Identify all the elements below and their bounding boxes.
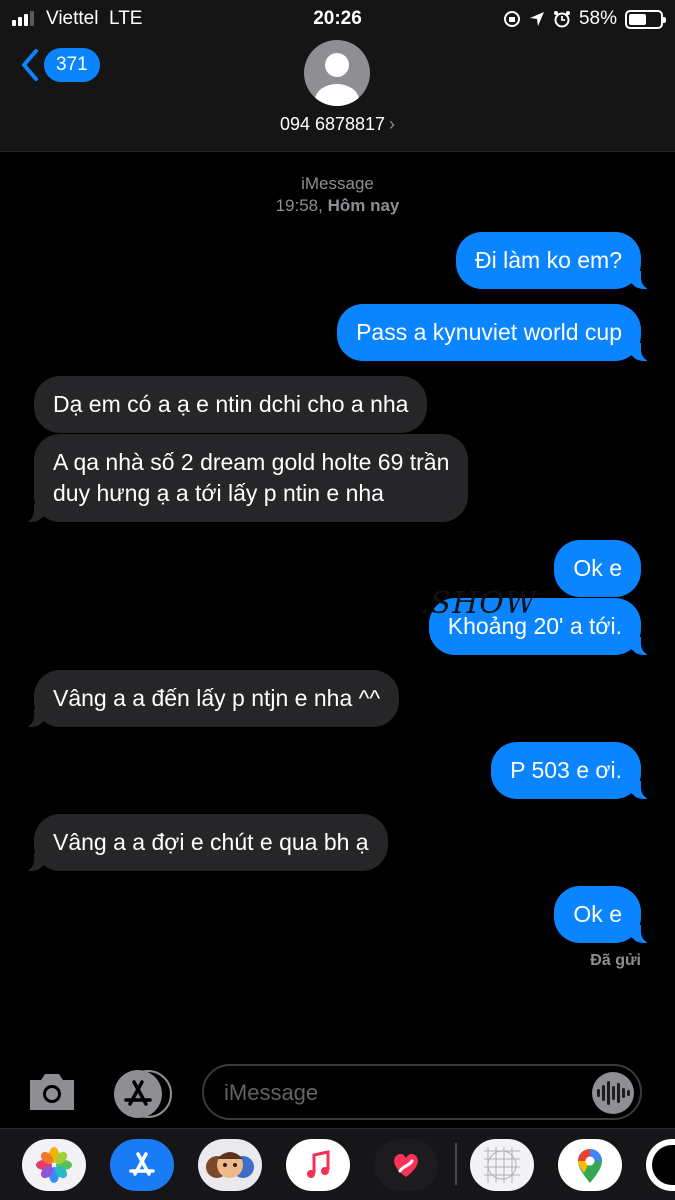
waveform-icon[interactable] bbox=[592, 1072, 634, 1114]
grid-app-icon[interactable] bbox=[470, 1139, 534, 1191]
message-input[interactable]: iMessage bbox=[202, 1064, 642, 1120]
photos-icon[interactable] bbox=[22, 1139, 86, 1191]
alarm-icon bbox=[553, 11, 570, 28]
conversation-header: Viettel LTE 20:26 58% 371 094 6878817 › bbox=[0, 0, 675, 152]
composer-bar: iMessage bbox=[0, 1050, 675, 1128]
delivery-status: Đã gửi bbox=[590, 952, 641, 969]
contact-avatar[interactable] bbox=[304, 40, 370, 106]
service-label: iMessage bbox=[301, 174, 374, 193]
battery-percent: 58% bbox=[578, 8, 617, 29]
incoming-message[interactable]: Vâng a a đến lấy p ntjn e nha ^^ bbox=[21, 670, 400, 728]
memoji-icon[interactable] bbox=[198, 1139, 262, 1191]
outgoing-message[interactable]: Ok e bbox=[554, 886, 653, 944]
incoming-message[interactable]: A qa nhà số 2 dream gold holte 69 trần d… bbox=[21, 434, 469, 523]
message-line: duy hưng ạ a tới lấy p ntin e nha bbox=[53, 480, 384, 506]
back-button[interactable]: 371 bbox=[20, 48, 100, 82]
chevron-left-icon bbox=[22, 49, 38, 81]
music-icon[interactable] bbox=[286, 1139, 350, 1191]
outgoing-message[interactable]: P 503 e ơi. bbox=[491, 742, 653, 800]
app-drawer bbox=[0, 1128, 675, 1200]
outgoing-message[interactable]: Ok e bbox=[554, 540, 641, 597]
message-line: A qa nhà số 2 dream gold holte 69 trần bbox=[53, 449, 450, 475]
unread-count-badge: 371 bbox=[44, 48, 100, 82]
rotation-lock-icon bbox=[503, 11, 520, 27]
outgoing-message[interactable]: Pass a kynuviet world cup bbox=[337, 304, 653, 362]
person-icon bbox=[315, 53, 359, 106]
message-input-placeholder: iMessage bbox=[224, 1080, 319, 1105]
camera-icon[interactable] bbox=[26, 1070, 78, 1119]
watermark-text: .SHOW bbox=[420, 586, 537, 621]
app-store-icon[interactable] bbox=[110, 1139, 174, 1191]
contact-name: 094 6878817 bbox=[279, 114, 386, 134]
app-store-icon[interactable] bbox=[114, 1070, 162, 1118]
location-icon bbox=[529, 12, 544, 26]
thread-timestamp: 19:58, Hôm nay bbox=[275, 196, 400, 215]
outgoing-message[interactable]: Đi làm ko em? bbox=[456, 232, 653, 290]
tiktok-icon[interactable] bbox=[646, 1139, 675, 1191]
drawer-separator bbox=[455, 1143, 457, 1185]
incoming-message[interactable]: Dạ em có a ạ e ntin dchi cho a nha bbox=[34, 376, 428, 433]
status-bar: Viettel LTE 20:26 58% bbox=[0, 6, 675, 30]
battery-icon bbox=[625, 9, 666, 29]
contact-name-button[interactable]: 094 6878817 › bbox=[0, 114, 675, 135]
digital-touch-icon[interactable] bbox=[374, 1139, 438, 1191]
timestamp-day: Hôm nay bbox=[327, 196, 400, 215]
incoming-message[interactable]: Vâng a a đợi e chút e qua bh ạ bbox=[22, 814, 388, 872]
google-maps-icon[interactable] bbox=[558, 1139, 622, 1191]
chevron-right-icon: › bbox=[389, 114, 396, 134]
